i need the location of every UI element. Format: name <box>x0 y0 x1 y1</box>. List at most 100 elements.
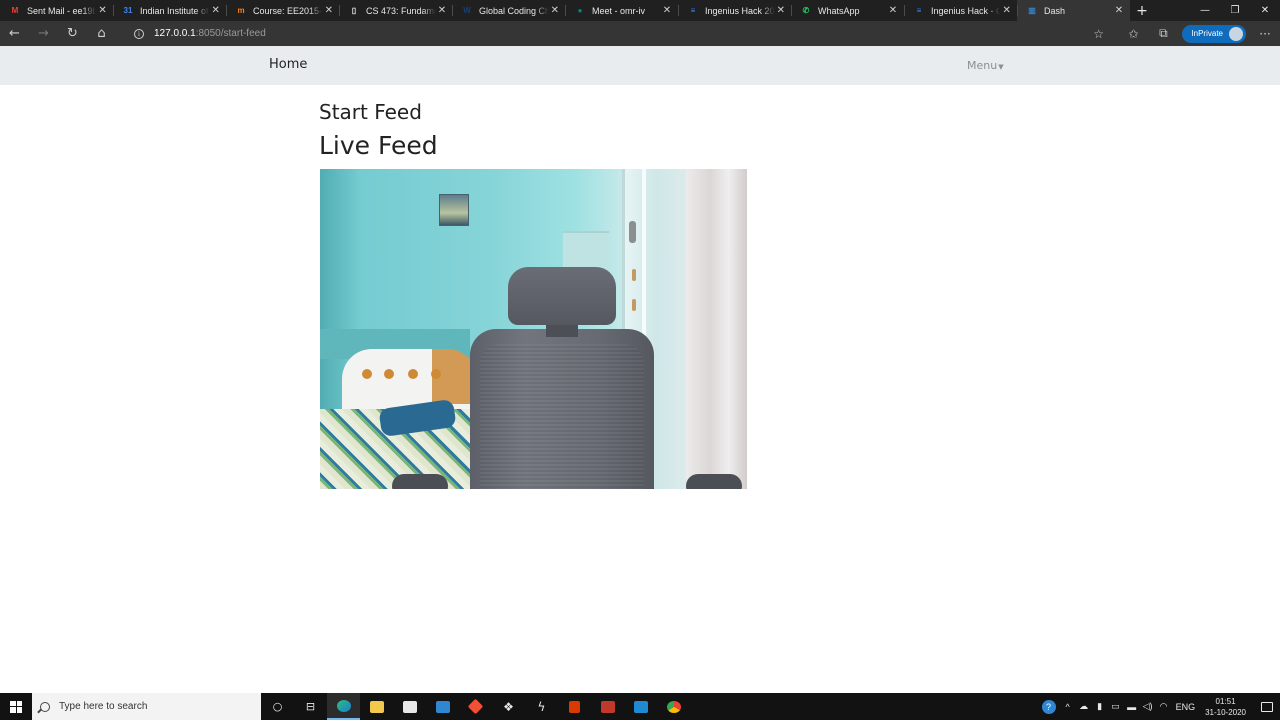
home-icon: ⌂ <box>97 26 106 41</box>
live-feed-heading: Live Feed <box>319 131 438 160</box>
back-arrow-icon: ← <box>9 26 20 41</box>
docs-icon: ≡ <box>916 6 922 15</box>
browser-tab[interactable]: ▥ Dash ✕ <box>1017 0 1130 21</box>
docs-icon: ≡ <box>690 6 696 15</box>
address-bar[interactable]: i 127.0.0.1:8050/start-feed ☆ <box>126 21 1114 46</box>
taskbar-app-red[interactable] <box>591 693 624 720</box>
tab-title: Indian Institute of T <box>140 5 210 16</box>
tab-title: CS 473: Fundament <box>366 5 436 16</box>
close-tab-icon[interactable]: ✕ <box>775 5 787 16</box>
refresh-button[interactable]: ↻ <box>58 21 87 46</box>
close-tab-icon[interactable]: ✕ <box>1112 5 1126 16</box>
cortana-icon: ○ <box>272 700 283 713</box>
taskbar-chrome[interactable] <box>657 693 690 720</box>
tab-list: M Sent Mail - ee19b1 ✕ 31 Indian Institute o… <box>0 0 1130 21</box>
taskbar-office[interactable] <box>558 693 591 720</box>
taskbar-store[interactable] <box>393 693 426 720</box>
tab-title: Ingenius Hack 2020 <box>705 5 775 16</box>
meet-icon: ● <box>577 6 583 15</box>
url-host: 127.0.0.1 <box>154 28 196 39</box>
close-tab-icon[interactable]: ✕ <box>96 5 109 16</box>
browser-tab[interactable]: ● Meet - omr-iv ✕ <box>565 0 678 21</box>
caret-down-icon: ▼ <box>998 63 1004 71</box>
mail-icon <box>435 700 450 713</box>
close-tab-icon[interactable]: ✕ <box>549 5 561 16</box>
home-button[interactable]: ⌂ <box>87 21 116 46</box>
edge-icon <box>336 699 351 712</box>
onedrive-icon[interactable]: ☁ <box>1076 701 1092 712</box>
taskbar-search-box[interactable]: Type here to search <box>32 693 261 720</box>
inprivate-badge[interactable]: InPrivate <box>1182 24 1246 43</box>
chrome-icon <box>666 700 681 713</box>
favorite-star-icon[interactable]: ☆ <box>1093 27 1104 41</box>
browser-tab[interactable]: ✆ WhatsApp ✕ <box>791 0 904 21</box>
toolbar-right-buttons: ✩ ⧉ InPrivate ··· <box>1118 21 1280 46</box>
search-placeholder: Type here to search <box>59 701 148 712</box>
menu-dropdown[interactable]: Menu▼ <box>967 59 1004 72</box>
close-tab-icon[interactable]: ✕ <box>660 5 674 16</box>
taskbar-git[interactable] <box>459 693 492 720</box>
site-icon: W <box>463 6 471 15</box>
browser-tab[interactable]: m Course: EE2015- El✕ <box>226 0 339 21</box>
profile-avatar <box>1229 26 1243 41</box>
wifi-icon[interactable]: ◠ <box>1156 701 1172 712</box>
taskbar-clock[interactable]: 01:51 31-10-2020 <box>1205 696 1246 718</box>
microphone-icon[interactable]: ▮ <box>1092 701 1108 712</box>
document-icon: ▯ <box>351 6 357 15</box>
notification-icon <box>1261 701 1273 712</box>
tab-title: WhatsApp <box>818 5 860 16</box>
keyboard-icon[interactable]: ▭ <box>1108 701 1124 712</box>
menu-label: Menu <box>967 59 998 72</box>
home-link[interactable]: Home <box>269 57 307 72</box>
browser-tab[interactable]: W Global Coding Chal✕ <box>452 0 565 21</box>
close-tab-icon[interactable]: ✕ <box>1000 5 1013 16</box>
browser-tab-strip: M Sent Mail - ee19b1 ✕ 31 Indian Institute o… <box>0 0 1280 21</box>
browser-tab[interactable]: M Sent Mail - ee19b1 ✕ <box>0 0 113 21</box>
close-window-button[interactable]: ✕ <box>1250 0 1280 21</box>
moodle-icon: m <box>237 6 245 15</box>
close-tab-icon[interactable]: ✕ <box>886 5 900 16</box>
gmail-icon: M <box>11 6 19 15</box>
window-controls: — ❐ ✕ <box>1190 0 1280 21</box>
forward-button[interactable]: → <box>29 21 58 46</box>
close-tab-icon[interactable]: ✕ <box>436 5 448 16</box>
start-feed-heading: Start Feed <box>319 100 422 124</box>
bolt-icon: ϟ <box>537 699 546 714</box>
minimize-button[interactable]: — <box>1190 0 1220 21</box>
new-tab-button[interactable]: + <box>1130 3 1154 19</box>
taskbar-app-bolt[interactable]: ϟ <box>525 693 558 720</box>
collections-icon[interactable]: ⧉ <box>1148 26 1178 41</box>
volume-icon[interactable]: ◁) <box>1140 701 1156 712</box>
help-icon[interactable]: ? <box>1041 699 1056 714</box>
language-indicator[interactable]: ENG <box>1176 702 1196 712</box>
tab-title: Global Coding Chal <box>479 5 549 16</box>
favorites-icon[interactable]: ✩ <box>1118 27 1148 41</box>
start-button[interactable] <box>0 693 32 720</box>
browser-tab[interactable]: 31 Indian Institute of T ✕ <box>113 0 226 21</box>
taskbar-file-explorer[interactable] <box>360 693 393 720</box>
browser-tab[interactable]: ≡ Ingenius Hack 2020✕ <box>678 0 791 21</box>
cortana-button[interactable]: ○ <box>261 693 294 720</box>
tab-title: Sent Mail - ee19b1 <box>27 5 97 16</box>
app-icon <box>600 700 615 713</box>
close-tab-icon[interactable]: ✕ <box>209 5 222 16</box>
close-tab-icon[interactable]: ✕ <box>323 5 335 16</box>
taskbar-mail[interactable] <box>426 693 459 720</box>
taskbar-dropbox[interactable]: ❖ <box>492 693 525 720</box>
clock-date: 31-10-2020 <box>1205 707 1246 717</box>
back-button[interactable]: ← <box>0 21 29 46</box>
notifications-button[interactable] <box>1254 693 1280 720</box>
task-view-button[interactable]: ⊟ <box>294 693 327 720</box>
wall-picture <box>439 194 469 226</box>
browser-tab[interactable]: ≡ Ingenius Hack - Go ✕ <box>904 0 1017 21</box>
more-options-icon[interactable]: ··· <box>1250 27 1280 41</box>
windows-taskbar: Type here to search ○ ⊟ ❖ ϟ ? ^ ☁ ▮ ▭ ▬ … <box>0 693 1280 720</box>
battery-icon[interactable]: ▬ <box>1124 702 1140 712</box>
inprivate-label: InPrivate <box>1191 29 1223 38</box>
taskbar-vscode[interactable] <box>624 693 657 720</box>
taskbar-edge[interactable] <box>327 693 360 720</box>
browser-tab[interactable]: ▯ CS 473: Fundament✕ <box>339 0 452 21</box>
site-info-icon[interactable]: i <box>134 28 144 39</box>
show-hidden-icons-icon[interactable]: ^ <box>1060 702 1076 712</box>
restore-button[interactable]: ❐ <box>1220 0 1250 21</box>
